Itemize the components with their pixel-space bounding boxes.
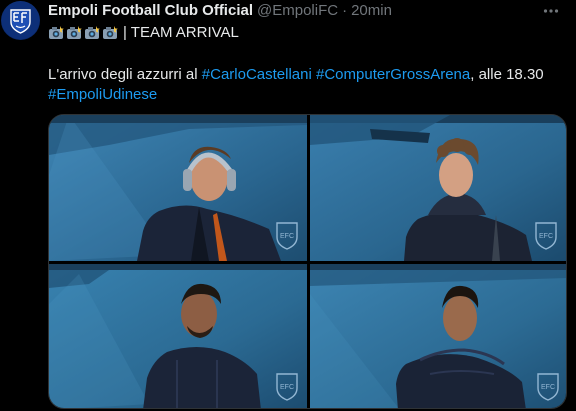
- hashtag-computergrossarena[interactable]: #ComputerGrossArena: [316, 66, 470, 83]
- player-arrival-photo-4[interactable]: EFC: [310, 264, 566, 408]
- more-horizontal-icon[interactable]: [540, 0, 562, 22]
- body-suffix-text: , alle 18.30: [470, 66, 544, 83]
- tweet-body-text: L'arrivo degli azzurri al #CarloCastella…: [48, 65, 568, 105]
- hashtag-empoliudinese[interactable]: #EmpoliUdinese: [48, 86, 157, 103]
- empoli-crest-icon: [1, 1, 40, 40]
- efc-watermark-1: EFC: [280, 233, 294, 240]
- camera-flash-icon: [102, 25, 118, 41]
- player-arrival-photo-2[interactable]: EFC: [310, 115, 566, 261]
- efc-watermark-4: EFC: [541, 384, 555, 391]
- camera-flash-icon: [48, 25, 64, 41]
- post-time[interactable]: 20min: [351, 2, 392, 20]
- tweet-header: Empoli Football Club Official @EmpoliFC …: [48, 2, 392, 20]
- player-arrival-photo-3[interactable]: EFC: [49, 264, 307, 408]
- camera-flash-icon: [84, 25, 100, 41]
- efc-watermark-2: EFC: [539, 233, 553, 240]
- user-handle[interactable]: @EmpoliFC: [257, 2, 338, 20]
- media-grid: EFC EFC EFC EFC: [48, 114, 567, 409]
- player-arrival-photo-1[interactable]: EFC: [49, 115, 307, 261]
- team-arrival-label: | TEAM ARRIVAL: [123, 24, 239, 41]
- tweet-card[interactable]: Empoli Football Club Official @EmpoliFC …: [0, 0, 576, 411]
- empoli-avatar[interactable]: [1, 1, 40, 40]
- display-name[interactable]: Empoli Football Club Official: [48, 2, 253, 20]
- separator-dot: ·: [342, 2, 348, 19]
- camera-flash-icon: [66, 25, 82, 41]
- hashtag-carlocastellani[interactable]: #CarloCastellani: [202, 66, 312, 83]
- tweet-first-line: | TEAM ARRIVAL: [48, 24, 239, 42]
- efc-watermark-3: EFC: [280, 384, 294, 391]
- body-prefix-text: L'arrivo degli azzurri al: [48, 66, 202, 83]
